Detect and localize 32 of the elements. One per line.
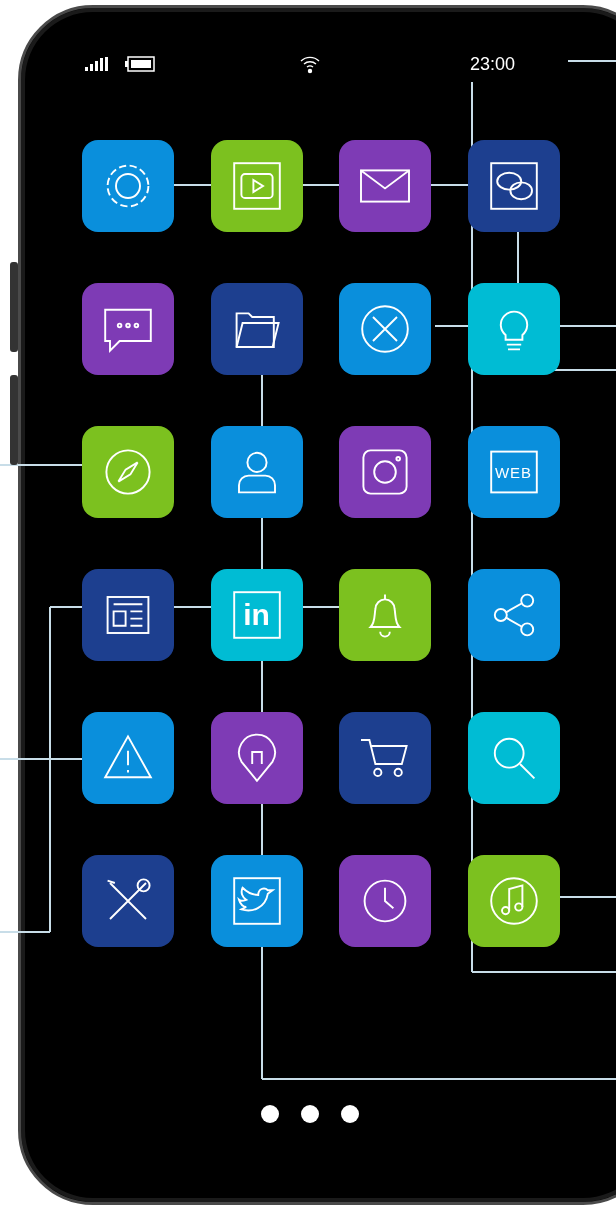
app-icon-button[interactable] [82,855,174,947]
app-icon-button[interactable] [467,569,560,661]
app-icon-button[interactable] [82,712,174,804]
app-icon-button[interactable]: in [210,569,303,661]
battery-icon [125,56,155,72]
page-dot[interactable] [301,1105,319,1123]
app-icon-button[interactable] [82,283,174,375]
app-icon-button[interactable] [339,283,431,375]
app-icon-button[interactable] [82,140,174,232]
app-icon-button[interactable] [339,712,431,804]
app-icon-button[interactable] [210,855,303,947]
signal-icon [85,57,109,71]
app-icon-button[interactable] [339,426,431,518]
app-icon-button[interactable] [82,426,174,518]
app-label: in [243,600,270,630]
app-icon-button[interactable] [210,712,303,804]
connector-line [567,60,616,62]
app-icon-button[interactable] [467,855,560,947]
app-icon-button[interactable] [82,569,174,661]
app-icon-button[interactable]: WEB [467,426,560,518]
app-label: WEB [494,464,533,480]
page-dot[interactable] [261,1105,279,1123]
app-icon-button[interactable] [210,426,303,518]
app-icon-button[interactable] [210,140,303,232]
app-icon-button[interactable] [467,712,560,804]
app-icon-button[interactable] [339,140,431,232]
app-icon-button[interactable] [467,140,560,232]
app-icon-button[interactable] [339,855,431,947]
app-icon-button[interactable] [210,283,303,375]
page-dot[interactable] [341,1105,359,1123]
app-icon-button[interactable] [467,283,560,375]
app-icon-button[interactable] [339,569,431,661]
